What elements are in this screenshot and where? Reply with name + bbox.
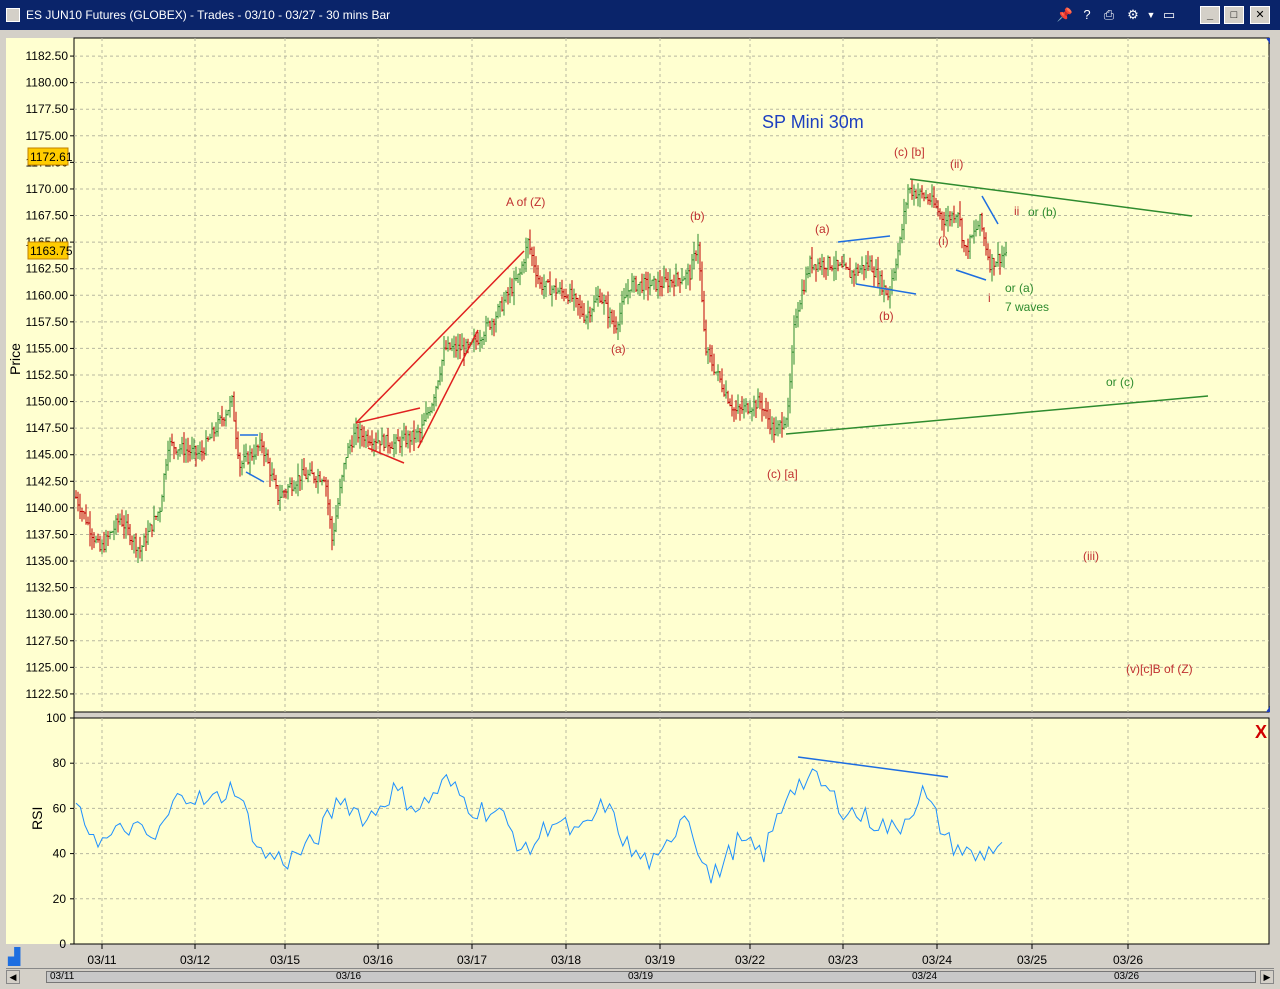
app-window: ES JUN10 Futures (GLOBEX) - Trades - 03/… bbox=[0, 0, 1280, 989]
price-tick-label: 1132.50 bbox=[26, 581, 69, 595]
x-tick-label: 03/18 bbox=[551, 953, 581, 967]
window-icon[interactable]: ▭ bbox=[1160, 6, 1178, 24]
scroll-label: 03/26 bbox=[1114, 971, 1140, 982]
print-icon[interactable]: ⎙ bbox=[1100, 6, 1118, 24]
wave-annotation: or (c) bbox=[1106, 375, 1134, 389]
x-tick-label: 03/15 bbox=[270, 953, 300, 967]
scroll-left-button[interactable]: ◀ bbox=[6, 970, 20, 984]
x-tick-label: 03/19 bbox=[645, 953, 675, 967]
wave-annotation: (iii) bbox=[1083, 549, 1099, 563]
price-tick-label: 1157.50 bbox=[26, 315, 69, 329]
wave-annotation: or (a) bbox=[1005, 281, 1034, 295]
chart-area[interactable]: 1182.501180.001177.501175.001172.501170.… bbox=[0, 30, 1280, 968]
wave-annotation: i bbox=[988, 291, 991, 305]
wave-annotation: (c) [b] bbox=[894, 145, 925, 159]
rsi-close-icon[interactable]: X bbox=[1255, 722, 1267, 742]
price-tick-label: 1125.00 bbox=[26, 660, 69, 674]
price-tick-label: 1177.50 bbox=[26, 102, 69, 116]
tools-icon[interactable]: ⚙ bbox=[1124, 6, 1142, 24]
x-tick-label: 03/11 bbox=[87, 953, 116, 967]
minimize-button[interactable]: _ bbox=[1200, 6, 1220, 24]
wave-annotation: (c) [a] bbox=[767, 467, 798, 481]
chart-title-annotation: SP Mini 30m bbox=[762, 112, 864, 132]
price-tick-label: 1150.00 bbox=[26, 395, 69, 409]
wave-annotation: (v)[c]B of (Z) bbox=[1126, 662, 1193, 676]
scroll-label: 03/24 bbox=[912, 971, 938, 982]
rsi-tick-label: 40 bbox=[53, 847, 67, 861]
x-tick-label: 03/23 bbox=[828, 953, 858, 967]
wave-annotation: (b) bbox=[690, 209, 705, 223]
scroll-label: 03/19 bbox=[628, 971, 654, 982]
price-tick-label: 1160.00 bbox=[26, 288, 69, 302]
wave-annotation: (i) bbox=[938, 234, 949, 248]
price-tick-label: 1122.50 bbox=[26, 687, 69, 701]
scroll-label: 03/16 bbox=[336, 971, 362, 982]
rsi-tick-label: 100 bbox=[46, 711, 66, 725]
wave-annotation: A of (Z) bbox=[506, 195, 545, 209]
price-tick-label: 1142.50 bbox=[26, 474, 69, 488]
price-tick-label: 1182.50 bbox=[26, 49, 69, 63]
x-tick-label: 03/17 bbox=[457, 953, 487, 967]
wave-annotation: (ii) bbox=[950, 157, 963, 171]
price-tick-label: 1152.50 bbox=[26, 368, 69, 382]
price-tick-label: 1135.00 bbox=[26, 554, 69, 568]
price-tick-label: 1155.00 bbox=[26, 341, 69, 355]
price-tick-label: 1170.00 bbox=[26, 182, 69, 196]
title-bar[interactable]: ES JUN10 Futures (GLOBEX) - Trades - 03/… bbox=[0, 0, 1280, 30]
price-tick-label: 1127.50 bbox=[26, 634, 69, 648]
window-title: ES JUN10 Futures (GLOBEX) - Trades - 03/… bbox=[26, 8, 391, 22]
price-tick-label: 1147.50 bbox=[26, 421, 69, 435]
price-tick-label: 1137.50 bbox=[26, 527, 69, 541]
wave-annotation: (a) bbox=[611, 342, 626, 356]
rsi-tick-label: 80 bbox=[53, 756, 67, 770]
scroll-right-button[interactable]: ▶ bbox=[1260, 970, 1274, 984]
price-tick-label: 1145.00 bbox=[26, 448, 69, 462]
wave-annotation: (a) bbox=[815, 222, 830, 236]
app-icon[interactable] bbox=[6, 8, 20, 22]
price-tick-label: 1167.50 bbox=[26, 209, 69, 223]
wave-annotation: or (b) bbox=[1028, 205, 1057, 219]
wave-annotation: ii bbox=[1014, 204, 1019, 218]
indicator-icon[interactable]: ▟ bbox=[7, 947, 21, 966]
pin-icon[interactable]: 📌 bbox=[1056, 6, 1074, 24]
rsi-tick-label: 60 bbox=[53, 801, 67, 815]
price-tick-label: 1180.00 bbox=[26, 76, 69, 90]
price-axis-label: Price bbox=[7, 343, 23, 375]
x-tick-label: 03/24 bbox=[922, 953, 952, 967]
rsi-axis-label: RSI bbox=[29, 807, 45, 830]
rsi-tick-label: 20 bbox=[53, 892, 67, 906]
maximize-button[interactable]: □ bbox=[1224, 6, 1244, 24]
x-axis: 03/11 03/12 03/15 03/16 03/17 03/18 03/19 03/22… bbox=[87, 944, 1143, 967]
close-button[interactable]: ✕ bbox=[1250, 6, 1270, 24]
scroll-label: 03/11 bbox=[50, 971, 75, 982]
wave-annotation: 7 waves bbox=[1005, 300, 1049, 314]
price-tick-label: 1175.00 bbox=[26, 129, 69, 143]
help-icon[interactable]: ? bbox=[1078, 6, 1096, 24]
chevron-down-icon[interactable]: ▼ bbox=[1142, 6, 1160, 24]
rsi-tick-label: 0 bbox=[59, 937, 66, 951]
price-last-badge-text: 1163.75 bbox=[30, 244, 73, 258]
price-tick-label: 1140.00 bbox=[26, 501, 69, 515]
x-tick-label: 03/25 bbox=[1017, 953, 1047, 967]
rsi-plot-bg bbox=[73, 717, 1270, 945]
wave-annotation: (b) bbox=[879, 309, 894, 323]
price-high-badge-text: 1172.61 bbox=[30, 150, 73, 164]
x-tick-label: 03/16 bbox=[363, 953, 393, 967]
time-scrollbar[interactable]: ◀ ▶ 03/11 03/16 03/19 03/24 03/26 bbox=[6, 968, 1274, 985]
x-tick-label: 03/26 bbox=[1113, 953, 1143, 967]
x-tick-label: 03/22 bbox=[735, 953, 765, 967]
price-tick-label: 1162.50 bbox=[26, 262, 69, 276]
price-tick-label: 1130.00 bbox=[26, 607, 69, 621]
x-tick-label: 03/12 bbox=[180, 953, 210, 967]
